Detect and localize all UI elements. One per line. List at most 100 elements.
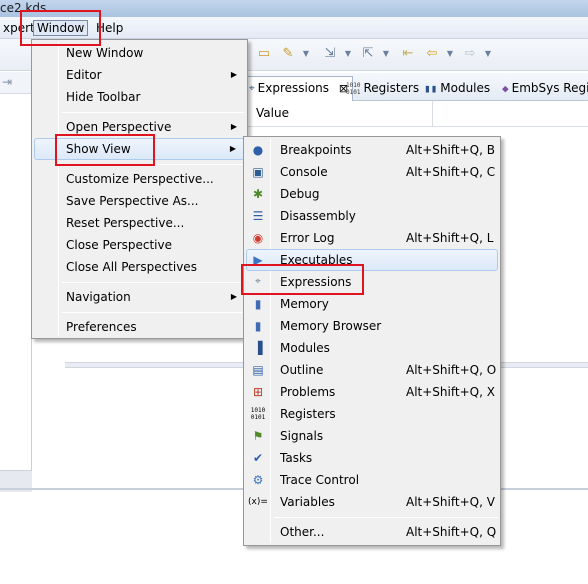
- menu-item-memory-browser[interactable]: ▮ Memory Browser: [246, 315, 498, 337]
- menu-item-modules[interactable]: ▐ Modules: [246, 337, 498, 359]
- outline-icon: ▤: [252, 363, 264, 377]
- memory-browser-icon: ▮: [254, 319, 262, 333]
- menu-item-close-all-perspectives[interactable]: Close All Perspectives: [34, 256, 245, 278]
- column-header-row: Value: [244, 101, 588, 127]
- menu-item-tasks[interactable]: ✔ Tasks: [246, 447, 498, 469]
- menu-item-breakpoints[interactable]: ● Breakpoints Alt+Shift+Q, B: [246, 139, 498, 161]
- tab-registers[interactable]: 1010 0101 Registers: [346, 77, 419, 99]
- tab-expressions[interactable]: ⌖ Expressions ⊠: [244, 76, 354, 101]
- expressions-icon: ⌖: [249, 82, 255, 94]
- back-icon[interactable]: ⇦: [424, 46, 440, 62]
- menu-item-preferences[interactable]: Preferences: [34, 316, 245, 338]
- menu-item-editor[interactable]: Editor ▶: [34, 64, 245, 86]
- memory-icon: ▮: [254, 297, 262, 311]
- dropdown-icon[interactable]: ▼: [340, 46, 356, 62]
- menu-separator: [62, 312, 244, 313]
- menu-item-memory[interactable]: ▮ Memory: [246, 293, 498, 315]
- menu-item-customize-perspective[interactable]: Customize Perspective...: [34, 168, 245, 190]
- debug-icon: ✱: [252, 187, 264, 201]
- menu-item-help[interactable]: Help: [93, 20, 126, 36]
- menu-item-variables[interactable]: (x)= Variables Alt+Shift+Q, V: [246, 491, 498, 513]
- menu-item-show-view[interactable]: Show View ▶: [34, 138, 245, 160]
- tasks-icon: ✔: [252, 451, 264, 465]
- menu-item-registers[interactable]: 1010 0101 Registers: [246, 403, 498, 425]
- menu-item-new-window[interactable]: New Window: [34, 42, 245, 64]
- menu-item-navigation[interactable]: Navigation ▶: [34, 286, 245, 308]
- menu-item-trace-control[interactable]: ⚙ Trace Control: [246, 469, 498, 491]
- expressions-icon: ⌖: [255, 276, 261, 287]
- menu-item-label: Expressions: [280, 275, 352, 289]
- prev-annotation-icon[interactable]: ⇱: [360, 46, 376, 62]
- value-column-header[interactable]: Value: [256, 106, 289, 120]
- dropdown-icon[interactable]: ▼: [480, 46, 496, 62]
- menu-item-shortcut: Alt+Shift+Q, Q: [406, 525, 497, 539]
- menu-item-label: Outline: [280, 363, 324, 377]
- tab-label: Registers: [363, 81, 420, 95]
- pencil-icon[interactable]: ✎: [280, 46, 296, 62]
- menu-separator: [62, 282, 244, 283]
- menu-item-label: Reset Perspective...: [66, 216, 185, 230]
- console-icon: ▣: [252, 165, 264, 179]
- dropdown-icon[interactable]: ▼: [442, 46, 458, 62]
- menu-item-error-log[interactable]: ◉ Error Log Alt+Shift+Q, L: [246, 227, 498, 249]
- registers-icon: 1010 0101: [346, 81, 361, 96]
- left-panel: ⇥: [0, 72, 32, 492]
- show-view-submenu: ● Breakpoints Alt+Shift+Q, B ▣ Console A…: [243, 136, 501, 546]
- open-folder-icon[interactable]: ▭: [256, 46, 272, 62]
- tab-modules[interactable]: ▮▮ Modules: [424, 77, 490, 99]
- last-edit-icon[interactable]: ⇤: [400, 46, 416, 62]
- menu-item-debug[interactable]: ✱ Debug: [246, 183, 498, 205]
- menu-item-label: Trace Control: [280, 473, 360, 487]
- link-icon[interactable]: ⇥: [2, 75, 12, 89]
- menu-item-shortcut: Alt+Shift+Q, X: [406, 385, 495, 399]
- submenu-arrow-icon: ▶: [229, 144, 236, 153]
- modules-icon: ▮▮: [424, 81, 438, 95]
- menu-item-label: Close All Perspectives: [66, 260, 197, 274]
- menu-item-label: Registers: [280, 407, 336, 421]
- menu-item-close-perspective[interactable]: Close Perspective: [34, 234, 245, 256]
- menu-item-console[interactable]: ▣ Console Alt+Shift+Q, C: [246, 161, 498, 183]
- menu-item-other[interactable]: Other... Alt+Shift+Q, Q: [246, 521, 498, 543]
- menu-item-problems[interactable]: ⊞ Problems Alt+Shift+Q, X: [246, 381, 498, 403]
- dropdown-icon[interactable]: ▼: [378, 46, 394, 62]
- menu-item-label: Close Perspective: [66, 238, 173, 252]
- tab-embsys-registers[interactable]: ◆ EmbSys Regi: [502, 77, 588, 99]
- menu-item-label: Signals: [280, 429, 324, 443]
- menu-separator: [274, 517, 498, 518]
- problems-icon: ⊞: [252, 385, 264, 399]
- menu-item-save-perspective-as[interactable]: Save Perspective As...: [34, 190, 245, 212]
- column-divider[interactable]: [432, 101, 433, 127]
- menu-separator: [62, 164, 244, 165]
- dropdown-icon[interactable]: ▼: [298, 46, 314, 62]
- menu-item-label: Editor: [66, 68, 102, 82]
- menu-item-label: Preferences: [66, 320, 137, 334]
- menu-item-disassembly[interactable]: ☰ Disassembly: [246, 205, 498, 227]
- left-panel-header: ⇥: [0, 72, 31, 94]
- executables-icon: ▶: [253, 253, 263, 267]
- menu-item-shortcut: Alt+Shift+Q, V: [406, 495, 495, 509]
- menu-item-label: Hide Toolbar: [66, 90, 141, 104]
- menu-item-label: Memory: [280, 297, 329, 311]
- trace-control-icon: ⚙: [252, 473, 264, 487]
- menu-item-open-perspective[interactable]: Open Perspective ▶: [34, 116, 245, 138]
- menu-item-label: Debug: [280, 187, 320, 201]
- menu-item-signals[interactable]: ⚑ Signals: [246, 425, 498, 447]
- menu-item-expressions[interactable]: ⌖ Expressions: [246, 271, 498, 293]
- menu-item-label: Problems: [280, 385, 336, 399]
- view-tab-strip: ⌖ Expressions ⊠ 1010 0101 Registers ▮▮ Modu…: [244, 73, 588, 101]
- forward-icon[interactable]: ⇨: [462, 46, 478, 62]
- menu-item-label: Other...: [280, 525, 325, 539]
- menu-item-reset-perspective[interactable]: Reset Perspective...: [34, 212, 245, 234]
- menu-item-outline[interactable]: ▤ Outline Alt+Shift+Q, O: [246, 359, 498, 381]
- menu-item-label: Variables: [280, 495, 335, 509]
- next-annotation-icon[interactable]: ⇲: [322, 46, 338, 62]
- menu-item-label: Tasks: [280, 451, 313, 465]
- menu-item-label: Show View: [66, 142, 131, 156]
- window-title: ce2.kds: [0, 1, 47, 15]
- menu-item-label: Navigation: [66, 290, 131, 304]
- menu-item-window[interactable]: Window: [33, 20, 89, 36]
- tab-label: EmbSys Regi: [511, 81, 588, 95]
- menu-item-hide-toolbar[interactable]: Hide Toolbar: [34, 86, 245, 108]
- menu-item-executables[interactable]: ▶ Executables: [246, 249, 498, 271]
- tab-label: Expressions: [257, 81, 330, 95]
